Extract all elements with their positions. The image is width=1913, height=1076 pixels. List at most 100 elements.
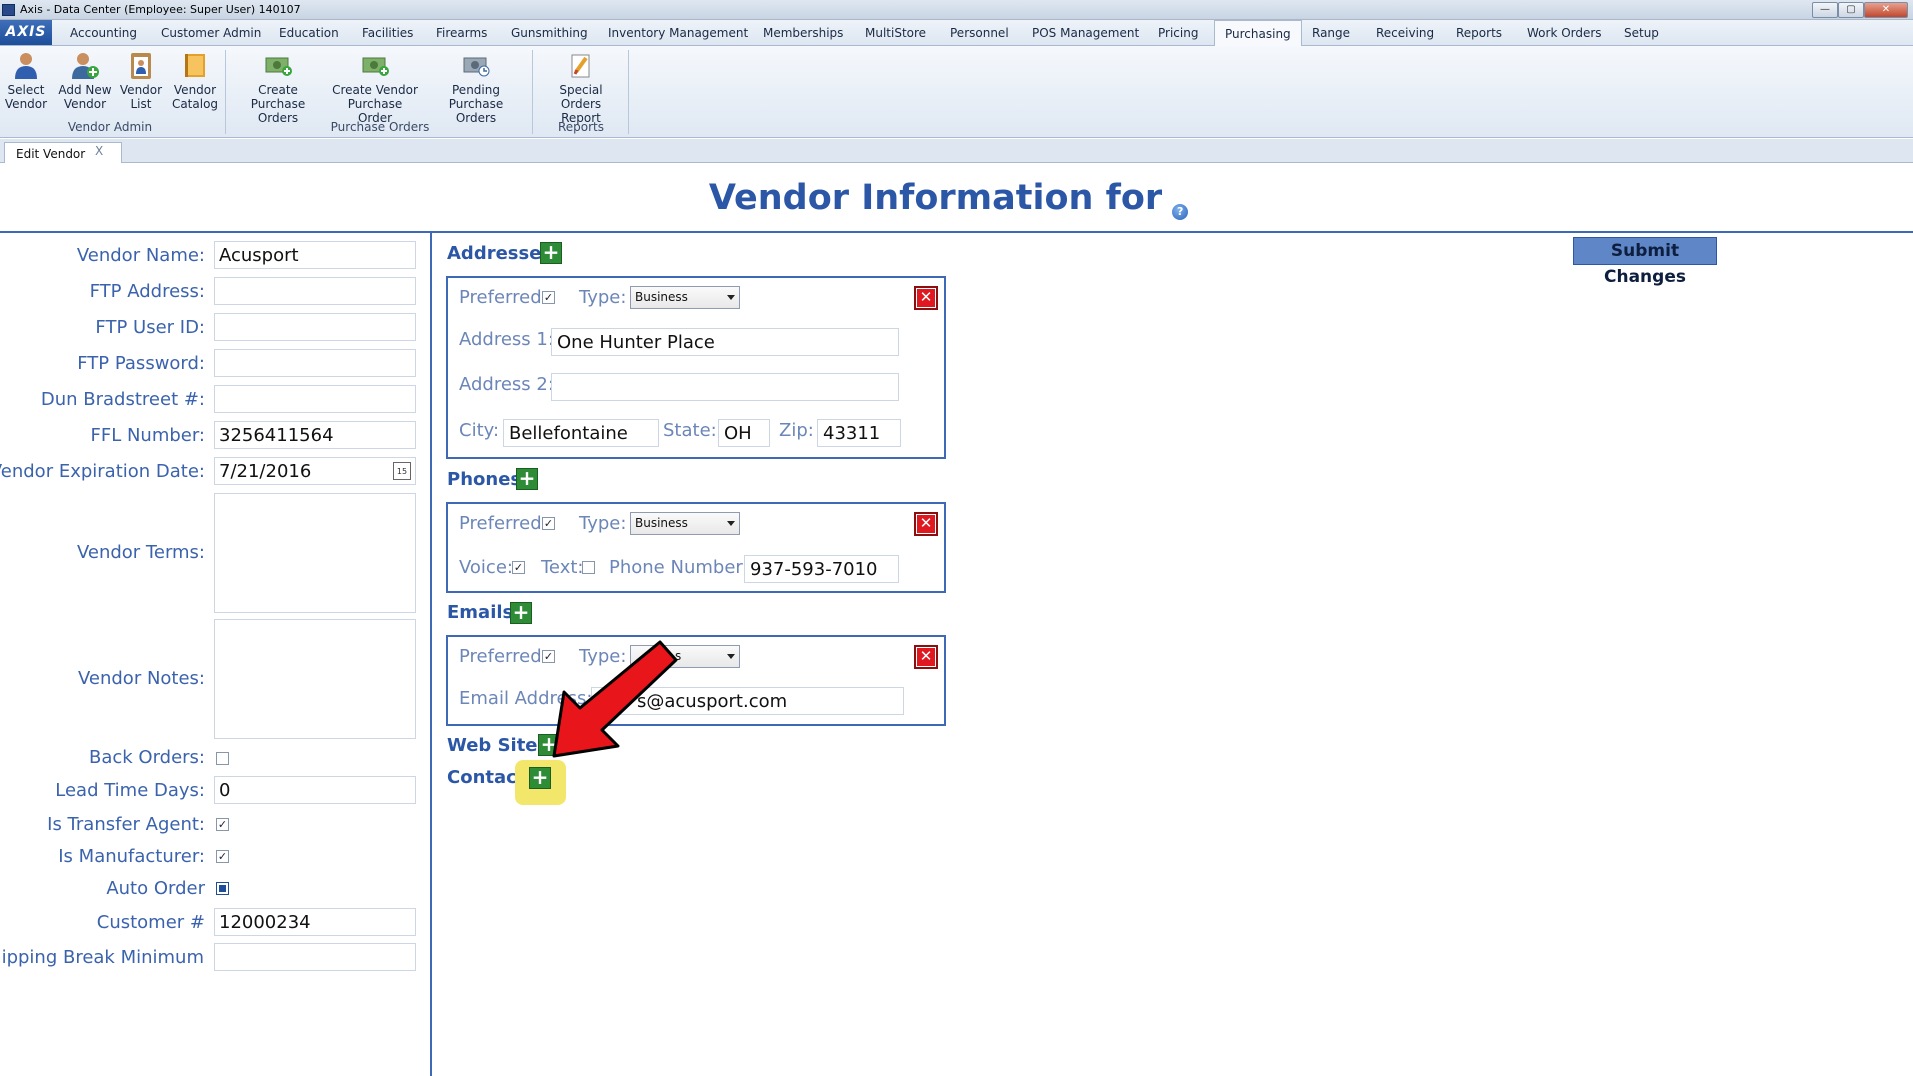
customer-number-input[interactable] bbox=[214, 908, 416, 936]
tab-edit-vendor-label: Edit Vendor bbox=[16, 147, 86, 161]
vendor-catalog-button[interactable]: Vendor Catalog bbox=[170, 50, 220, 111]
dun-bradstreet-input[interactable] bbox=[214, 385, 416, 413]
is-transfer-agent-label: Is Transfer Agent: bbox=[47, 814, 205, 835]
ftp-user-id-label: FTP User ID: bbox=[95, 317, 205, 338]
title-bar: Axis - Data Center (Employee: Super User… bbox=[0, 0, 1913, 20]
voice-checkbox[interactable]: ✓ bbox=[512, 561, 525, 574]
divider bbox=[430, 233, 432, 1076]
tab-reports[interactable]: Reports bbox=[1456, 26, 1502, 40]
address-type-select[interactable]: Business bbox=[630, 286, 740, 309]
create-vendor-purchase-order-button[interactable]: Create Vendor Purchase Order bbox=[331, 50, 419, 125]
tab-pos-management[interactable]: POS Management bbox=[1032, 26, 1139, 40]
annotation-arrow bbox=[552, 640, 678, 758]
tab-setup[interactable]: Setup bbox=[1624, 26, 1659, 40]
is-manufacturer-checkbox[interactable]: ✓ bbox=[216, 850, 229, 863]
zip-input[interactable] bbox=[817, 419, 901, 447]
vendor-terms-label: Vendor Terms: bbox=[76, 542, 205, 563]
close-window-button[interactable]: ✕ bbox=[1864, 2, 1908, 18]
phone-number-input[interactable] bbox=[744, 555, 899, 583]
money-add-icon bbox=[362, 57, 389, 76]
phone-preferred-checkbox[interactable]: ✓ bbox=[542, 517, 555, 530]
calendar-icon[interactable]: 15 bbox=[393, 462, 411, 480]
report-icon bbox=[571, 54, 590, 78]
auto-order-label: Auto Order bbox=[106, 878, 205, 899]
vendor-name-input[interactable] bbox=[214, 241, 416, 269]
is-transfer-agent-checkbox[interactable]: ✓ bbox=[216, 818, 229, 831]
help-icon[interactable]: ? bbox=[1172, 204, 1189, 220]
address-preferred-checkbox[interactable]: ✓ bbox=[542, 291, 555, 304]
pending-purchase-orders-button[interactable]: Pending Purchase Orders bbox=[428, 50, 524, 125]
ftp-address-input[interactable] bbox=[214, 277, 416, 305]
expiration-date-value: 7/21/2016 bbox=[219, 461, 312, 482]
divider bbox=[0, 231, 1913, 233]
phone-preferred-label: Preferred: bbox=[459, 513, 548, 534]
add-new-vendor-button[interactable]: Add New Vendor bbox=[56, 50, 114, 111]
tab-personnel[interactable]: Personnel bbox=[950, 26, 1009, 40]
vendor-list-button[interactable]: Vendor List bbox=[119, 50, 163, 111]
menu-bar: AXIS Accounting Customer Admin Education… bbox=[0, 20, 1913, 46]
phone-type-select[interactable]: Business bbox=[630, 512, 740, 535]
lead-time-days-input[interactable] bbox=[214, 776, 416, 804]
tab-accounting[interactable]: Accounting bbox=[70, 26, 137, 40]
vendor-notes-textarea[interactable] bbox=[214, 619, 416, 739]
city-label: City: bbox=[459, 420, 500, 441]
delete-phone-button[interactable]: ✕ bbox=[914, 512, 938, 536]
vendor-expiration-date-picker[interactable]: 7/21/2016 15 bbox=[214, 457, 416, 485]
chevron-down-icon bbox=[727, 654, 735, 659]
address1-input[interactable] bbox=[551, 328, 899, 356]
book-icon bbox=[185, 54, 205, 77]
close-tab-button[interactable]: X bbox=[95, 144, 103, 158]
tab-pricing[interactable]: Pricing bbox=[1158, 26, 1198, 40]
axis-logo[interactable]: AXIS bbox=[0, 20, 52, 45]
maximize-button[interactable]: ▢ bbox=[1838, 2, 1864, 18]
tab-purchasing[interactable]: Purchasing bbox=[1214, 20, 1302, 46]
ffl-number-input[interactable] bbox=[214, 421, 416, 449]
ftp-address-label: FTP Address: bbox=[89, 281, 205, 302]
tab-memberships[interactable]: Memberships bbox=[763, 26, 843, 40]
tab-customer-admin[interactable]: Customer Admin bbox=[161, 26, 261, 40]
state-input[interactable] bbox=[718, 419, 770, 447]
ribbon-separator bbox=[225, 50, 226, 134]
tab-firearms[interactable]: Firearms bbox=[436, 26, 487, 40]
text-checkbox[interactable] bbox=[582, 561, 595, 574]
add-address-button[interactable]: + bbox=[540, 242, 562, 264]
add-phone-button[interactable]: + bbox=[516, 468, 538, 490]
vendor-notes-label: Vendor Notes: bbox=[77, 668, 205, 689]
email-preferred-label: Preferred: bbox=[459, 646, 548, 667]
city-input[interactable] bbox=[503, 419, 659, 447]
back-orders-checkbox[interactable] bbox=[216, 752, 229, 765]
app-icon bbox=[2, 4, 15, 16]
page-title: Vendor Information for? bbox=[0, 178, 1897, 220]
back-orders-label: Back Orders: bbox=[88, 747, 205, 768]
add-contact-button[interactable]: + bbox=[529, 767, 551, 789]
ftp-password-input[interactable] bbox=[214, 349, 416, 377]
tab-gunsmithing[interactable]: Gunsmithing bbox=[511, 26, 588, 40]
tab-education[interactable]: Education bbox=[279, 26, 339, 40]
is-manufacturer-label: Is Manufacturer: bbox=[58, 846, 205, 867]
address2-input[interactable] bbox=[551, 373, 899, 401]
submit-changes-button[interactable]: Submit Changes bbox=[1573, 237, 1717, 287]
ribbon: Select Vendor Add New Vendor Vendor List… bbox=[0, 46, 1913, 138]
ftp-user-id-input[interactable] bbox=[214, 313, 416, 341]
vendor-terms-textarea[interactable] bbox=[214, 493, 416, 613]
minimize-button[interactable]: — bbox=[1812, 2, 1838, 18]
tab-work-orders[interactable]: Work Orders bbox=[1527, 26, 1602, 40]
tab-edit-vendor[interactable]: Edit Vendor X bbox=[4, 142, 122, 163]
delete-email-button[interactable]: ✕ bbox=[914, 645, 938, 669]
tab-range[interactable]: Range bbox=[1312, 26, 1350, 40]
select-vendor-button[interactable]: Select Vendor bbox=[4, 50, 48, 111]
tab-inventory-management[interactable]: Inventory Management bbox=[608, 26, 748, 40]
tab-multistore[interactable]: MultiStore bbox=[865, 26, 926, 40]
add-email-button[interactable]: + bbox=[510, 602, 532, 624]
window-title: Axis - Data Center (Employee: Super User… bbox=[20, 3, 301, 16]
special-orders-report-button[interactable]: Special Orders Report bbox=[538, 50, 624, 125]
address-card: Preferred: ✓ Type: Business ✕ Address 1:… bbox=[446, 276, 946, 459]
delete-address-button[interactable]: ✕ bbox=[914, 286, 938, 310]
ribbon-group-purchase-orders: Purchase Orders bbox=[330, 120, 430, 134]
auto-order-checkbox[interactable] bbox=[216, 882, 229, 895]
tab-receiving[interactable]: Receiving bbox=[1376, 26, 1434, 40]
tab-facilities[interactable]: Facilities bbox=[362, 26, 413, 40]
shipping-break-minimum-input[interactable] bbox=[214, 943, 416, 971]
web-sites-title: Web Sites bbox=[447, 735, 549, 756]
create-purchase-orders-button[interactable]: Create Purchase Orders bbox=[232, 50, 324, 125]
